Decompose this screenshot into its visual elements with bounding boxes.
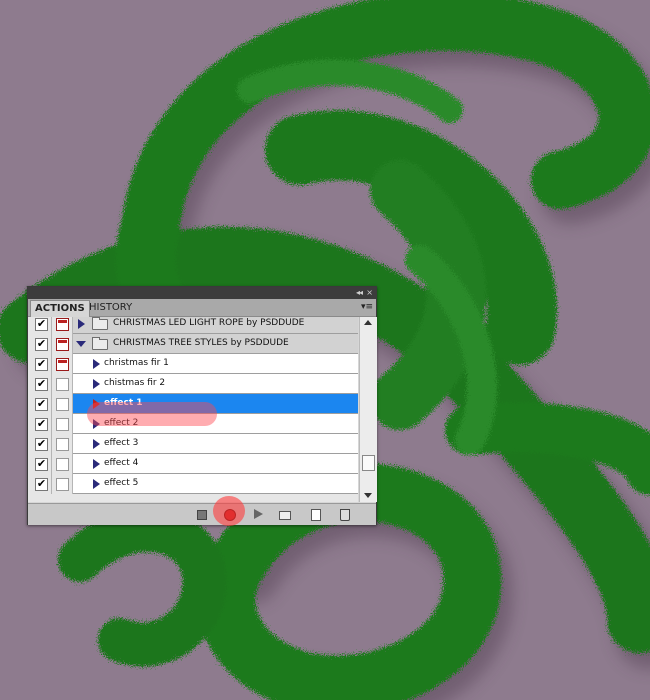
collapse-arrow-icon[interactable] [76,341,86,347]
tab-actions[interactable]: ACTIONS [30,300,90,317]
scroll-thumb[interactable] [362,455,375,471]
action-label: effect 3 [104,438,139,448]
new-set-icon[interactable] [279,508,291,520]
action-label: chistmas fir 2 [104,378,166,388]
toggle-checkbox[interactable]: ✔ [35,338,48,351]
scrollbar[interactable] [359,317,377,502]
panel-bottom-toolbar [28,503,376,525]
double-chevron-icon[interactable]: ◂◂ [356,287,363,299]
dialog-toggle-icon[interactable] [56,458,69,471]
expand-arrow-icon[interactable] [93,359,100,369]
dialog-toggle-icon[interactable] [56,418,69,431]
highlight-record-button [213,496,245,526]
action-set-row[interactable]: ✔ CHRISTMAS TREE STYLES by PSDDUDE [28,334,358,354]
action-set-row[interactable]: ✔ CHRISTMAS LED LIGHT ROPE by PSDDUDE [28,317,358,334]
toggle-checkbox[interactable]: ✔ [35,398,48,411]
action-set-label: CHRISTMAS LED LIGHT ROPE by PSDDUDE [113,318,305,328]
expand-arrow-icon[interactable] [93,379,100,389]
expand-arrow-icon[interactable] [93,459,100,469]
tab-history[interactable]: HISTORY [85,300,136,316]
action-row[interactable]: ✔ chistmas fir 2 [28,374,358,394]
expand-arrow-icon[interactable] [78,319,85,329]
dialog-toggle-icon[interactable] [56,478,69,491]
dialog-toggle-icon[interactable] [56,438,69,451]
action-row[interactable]: ✔ effect 4 [28,454,358,474]
action-label: effect 5 [104,478,139,488]
toggle-checkbox[interactable]: ✔ [35,438,48,451]
action-row[interactable]: ✔ christmas fir 1 [28,354,358,374]
panel-tabbar: ACTIONS HISTORY ▾≡ [28,299,376,317]
panel-menu-icon[interactable]: ▾≡ [361,302,373,312]
trash-icon[interactable] [338,508,350,521]
stop-icon[interactable] [196,508,208,520]
expand-arrow-icon[interactable] [93,439,100,449]
panel-titlebar: ◂◂ × [28,287,376,299]
toggle-checkbox[interactable]: ✔ [35,478,48,491]
toggle-checkbox[interactable]: ✔ [35,378,48,391]
dialog-toggle-icon[interactable] [56,338,69,351]
toggle-checkbox[interactable]: ✔ [35,418,48,431]
action-set-label: CHRISTMAS TREE STYLES by PSDDUDE [113,338,289,348]
scroll-down-icon[interactable] [364,493,372,498]
dialog-toggle-icon[interactable] [56,378,69,391]
expand-arrow-icon[interactable] [93,479,100,489]
toggle-checkbox[interactable]: ✔ [35,358,48,371]
folder-icon [92,317,108,330]
folder-icon [92,337,108,350]
action-label: effect 4 [104,458,139,468]
dialog-toggle-icon[interactable] [56,318,69,331]
dialog-toggle-icon[interactable] [56,358,69,371]
dialog-toggle-icon[interactable] [56,398,69,411]
close-icon[interactable]: × [366,287,373,299]
play-icon[interactable] [252,508,264,520]
toggle-checkbox[interactable]: ✔ [35,458,48,471]
highlight-selected-action [87,402,217,426]
action-label: christmas fir 1 [104,358,169,368]
scroll-up-icon[interactable] [364,320,372,325]
new-action-icon[interactable] [310,508,322,521]
action-row[interactable]: ✔ effect 3 [28,434,358,454]
toggle-checkbox[interactable]: ✔ [35,318,48,331]
action-row[interactable]: ✔ effect 5 [28,474,358,494]
